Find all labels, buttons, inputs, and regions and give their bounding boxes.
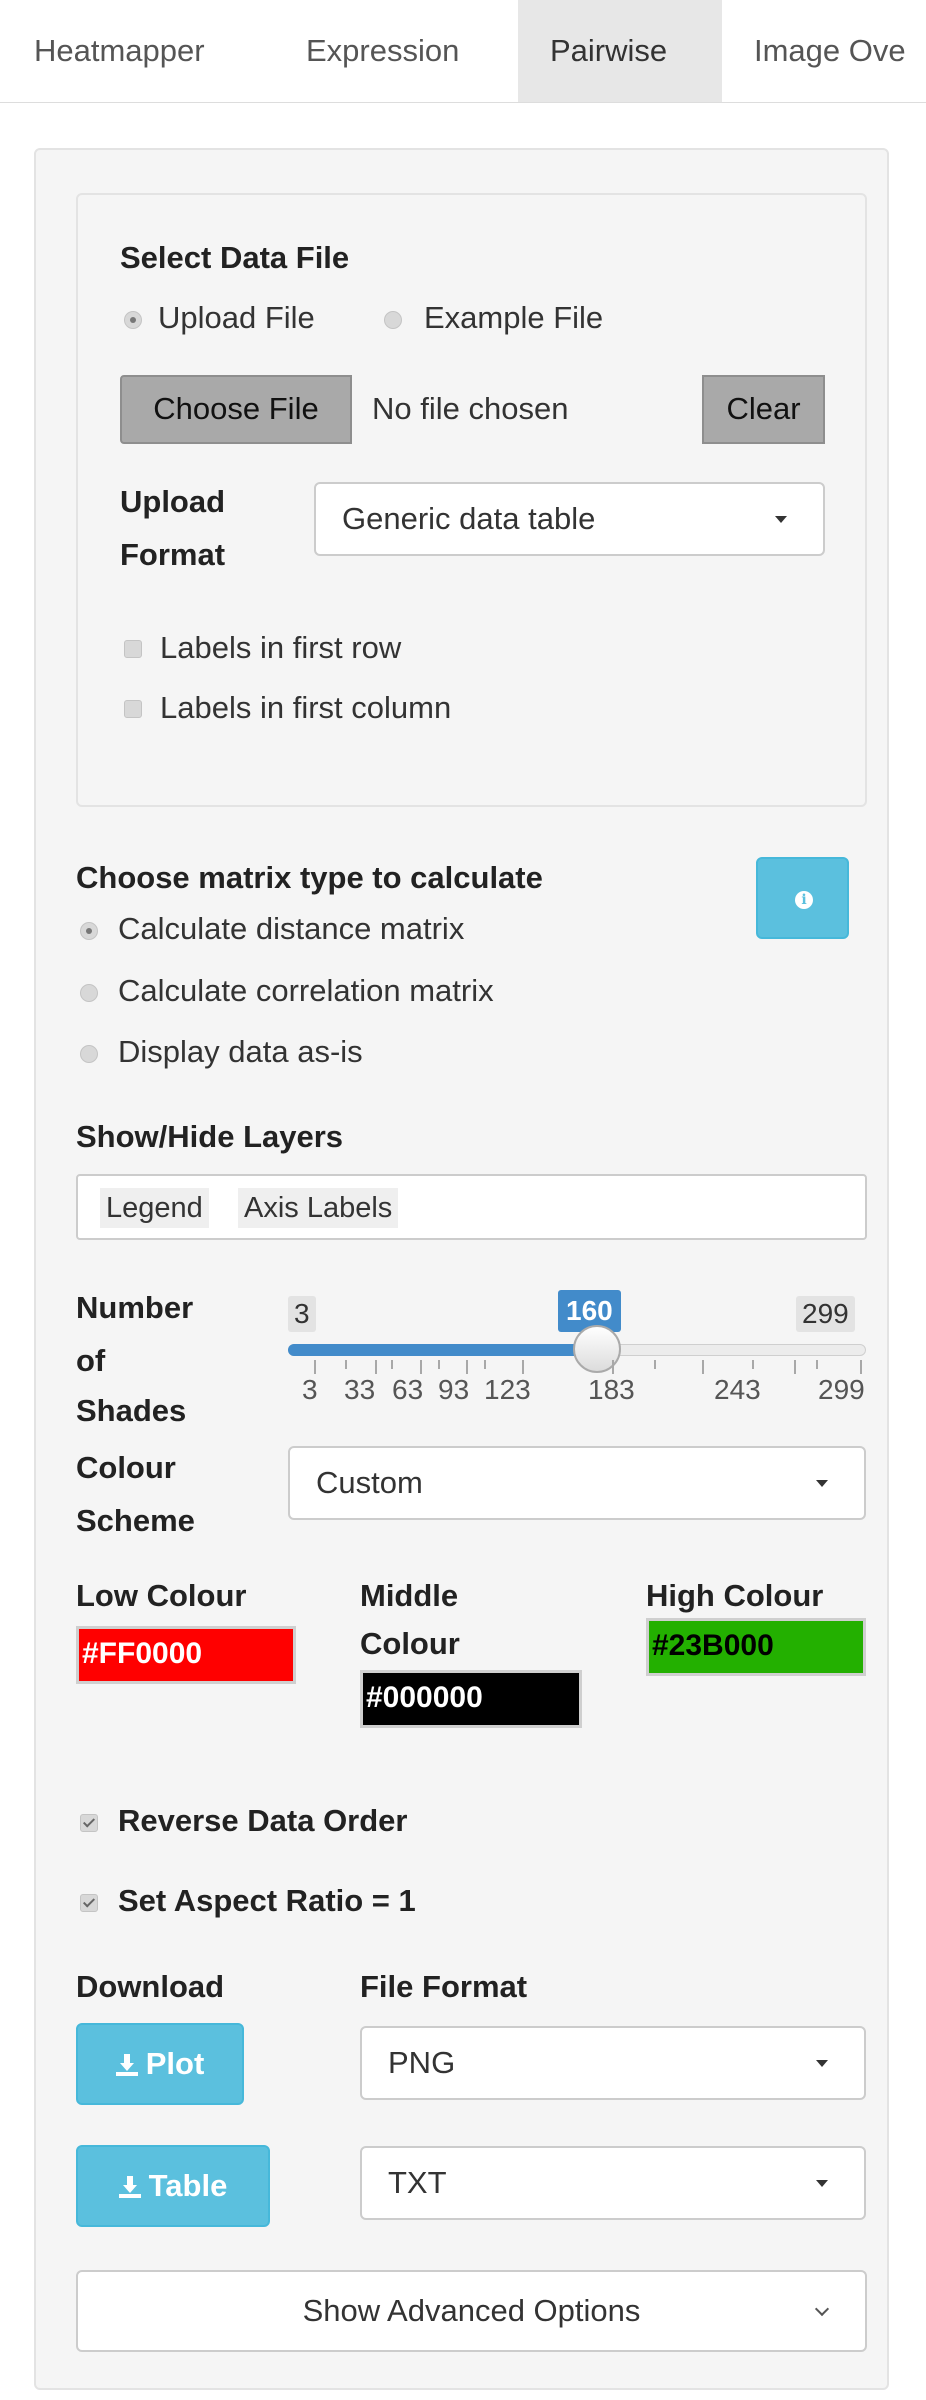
upload-file-radio[interactable]: [124, 311, 142, 329]
layers-select-input[interactable]: Legend Axis Labels: [76, 1174, 867, 1240]
slider-tick: [522, 1360, 524, 1374]
tick-label: 93: [438, 1374, 470, 1405]
download-table-button[interactable]: Table: [76, 2145, 270, 2227]
caret-down-icon: [816, 1480, 828, 1487]
slider-tick: [702, 1360, 704, 1374]
download-plot-button[interactable]: Plot: [76, 2023, 244, 2105]
reverse-data-order-label: Reverse Data Order: [118, 1803, 408, 1838]
example-file-radio[interactable]: [384, 311, 402, 329]
download-plot-label: Plot: [145, 2046, 205, 2081]
example-file-label: Example File: [424, 300, 604, 335]
colour-scheme-label: Colour: [76, 1450, 176, 1485]
slider-tick: [484, 1360, 486, 1369]
tab-heatmapper[interactable]: Heatmapper: [0, 0, 276, 102]
tab-pairwise[interactable]: Pairwise: [518, 0, 722, 102]
labels-first-column-label: Labels in first column: [160, 690, 452, 725]
slider-max-label: 299: [796, 1296, 855, 1332]
layer-tag-legend[interactable]: Legend: [100, 1188, 209, 1228]
tick-label: 63: [392, 1374, 424, 1405]
slider-tick: [314, 1360, 316, 1374]
slider-tick: [375, 1360, 377, 1374]
slider-min-label: 3: [288, 1296, 316, 1332]
plot-format-select[interactable]: PNG: [360, 2026, 866, 2100]
tick-label: 33: [344, 1374, 376, 1405]
display-as-is-radio[interactable]: [80, 1045, 98, 1063]
labels-first-row-label: Labels in first row: [160, 630, 402, 665]
plot-format-value: PNG: [388, 2045, 456, 2080]
clear-file-button[interactable]: Clear: [702, 375, 825, 444]
slider-tick: [612, 1360, 614, 1374]
slider-tick: [391, 1360, 393, 1369]
select-data-file-heading: Select Data File: [120, 240, 350, 275]
slider-tick: [816, 1360, 818, 1369]
caret-down-icon: [775, 516, 787, 523]
download-table-label: Table: [148, 2168, 228, 2203]
matrix-info-button[interactable]: i: [756, 857, 849, 939]
slider-tick: [860, 1360, 862, 1374]
correlation-matrix-radio[interactable]: [80, 984, 98, 1002]
tab-image-overlay[interactable]: Image Ove: [722, 0, 926, 102]
slider-tick: [345, 1360, 347, 1369]
tick-label: 183: [588, 1374, 635, 1405]
table-format-value: TXT: [388, 2165, 447, 2200]
upload-format-select[interactable]: Generic data table: [314, 482, 825, 556]
shades-label-line2: of: [76, 1343, 106, 1378]
caret-down-icon: [816, 2180, 828, 2187]
show-advanced-options-button[interactable]: Show Advanced Options: [76, 2270, 867, 2352]
upload-file-label: Upload File: [158, 300, 315, 335]
info-icon: i: [795, 891, 813, 909]
layers-heading: Show/Hide Layers: [76, 1119, 344, 1154]
high-colour-label: High Colour: [646, 1578, 824, 1613]
tick-label: 3: [302, 1374, 318, 1405]
shades-label-line3: Shades: [76, 1393, 187, 1428]
tick-label: 243: [714, 1374, 761, 1405]
tick-label: 299: [818, 1374, 865, 1405]
colour-scheme-label-line2: Scheme: [76, 1503, 195, 1538]
chevron-down-icon: [814, 2301, 830, 2317]
top-nav-tabs: Heatmapper Expression Pairwise Image Ove: [0, 0, 926, 103]
slider-tick: [794, 1360, 796, 1374]
file-status-text: No file chosen: [372, 391, 569, 426]
colour-scheme-select[interactable]: Custom: [288, 1446, 866, 1520]
low-colour-label: Low Colour: [76, 1578, 247, 1613]
matrix-type-heading: Choose matrix type to calculate: [76, 860, 543, 895]
colour-scheme-value: Custom: [316, 1465, 423, 1500]
high-colour-input[interactable]: #23B000: [646, 1618, 866, 1676]
download-icon: [118, 2176, 141, 2198]
low-colour-input[interactable]: #FF0000: [76, 1626, 296, 1684]
choose-file-button[interactable]: Choose File: [120, 375, 352, 444]
reverse-data-order-checkbox[interactable]: [80, 1814, 98, 1832]
upload-format-label-line2: Format: [120, 537, 226, 572]
slider-tick: [752, 1360, 754, 1369]
slider-tick: [466, 1360, 468, 1374]
aspect-ratio-label: Set Aspect Ratio = 1: [118, 1883, 416, 1918]
labels-first-row-checkbox[interactable]: [124, 640, 142, 658]
display-as-is-label: Display data as-is: [118, 1034, 363, 1069]
middle-colour-label: Middle: [360, 1578, 459, 1613]
file-format-heading: File Format: [360, 1969, 528, 2004]
download-heading: Download: [76, 1969, 225, 2004]
caret-down-icon: [816, 2060, 828, 2067]
slider-tick: [654, 1360, 656, 1369]
distance-matrix-label: Calculate distance matrix: [118, 911, 465, 946]
correlation-matrix-label: Calculate correlation matrix: [118, 973, 494, 1008]
upload-format-value: Generic data table: [342, 501, 596, 536]
tick-label: 123: [484, 1374, 531, 1405]
aspect-ratio-checkbox[interactable]: [80, 1894, 98, 1912]
shades-label: Number: [76, 1290, 194, 1325]
show-advanced-options-label: Show Advanced Options: [302, 2293, 641, 2328]
distance-matrix-radio[interactable]: [80, 922, 98, 940]
slider-tick: [438, 1360, 440, 1369]
shades-slider-fill: [288, 1344, 594, 1356]
middle-colour-input[interactable]: #000000: [360, 1670, 582, 1728]
tab-expression[interactable]: Expression: [276, 0, 518, 102]
labels-first-column-checkbox[interactable]: [124, 700, 142, 718]
slider-tick: [420, 1360, 422, 1374]
table-format-select[interactable]: TXT: [360, 2146, 866, 2220]
middle-colour-label-line2: Colour: [360, 1626, 460, 1661]
upload-format-label: Upload: [120, 484, 226, 519]
download-icon: [115, 2054, 138, 2076]
layer-tag-axis-labels[interactable]: Axis Labels: [238, 1188, 399, 1228]
